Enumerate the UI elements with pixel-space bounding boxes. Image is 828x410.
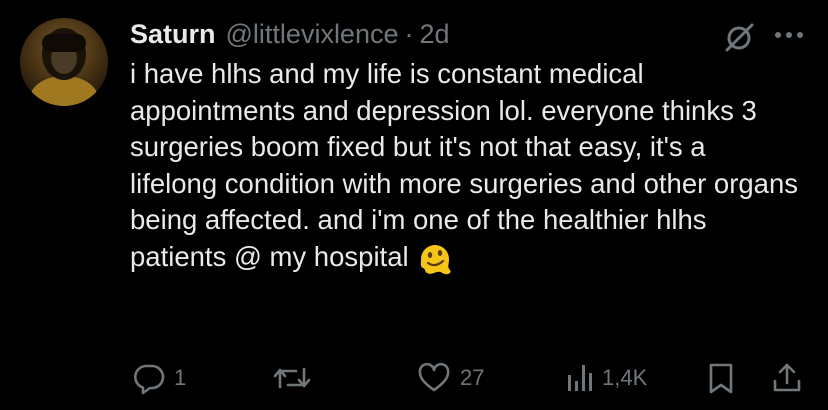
author-name[interactable]: Saturn — [130, 19, 216, 50]
separator-dot: · — [404, 18, 414, 49]
reply-icon — [134, 364, 165, 395]
share-icon — [773, 363, 801, 392]
repost-button[interactable] — [272, 358, 320, 398]
reply-count: 1 — [174, 365, 187, 390]
action-bar: 1 27 1,4K — [0, 358, 828, 398]
avatar[interactable] — [20, 18, 108, 106]
like-count: 27 — [460, 365, 485, 390]
views-count: 1,4K — [602, 365, 648, 390]
views-icon — [568, 365, 592, 391]
author-handle[interactable]: @littlevixlence — [226, 19, 399, 50]
reply-button[interactable]: 1 — [132, 358, 186, 398]
timestamp[interactable]: 2d — [419, 19, 449, 50]
tweet-header: Saturn @littlevixlence · 2d — [130, 16, 450, 52]
melting-face-emoji — [417, 241, 453, 277]
more-options-icon[interactable] — [770, 20, 810, 50]
share-button[interactable] — [770, 358, 804, 398]
bookmark-icon — [709, 363, 733, 394]
grok-icon[interactable] — [722, 20, 756, 54]
views-button[interactable]: 1,4K — [566, 358, 647, 398]
heart-icon — [418, 362, 450, 392]
tweet-text-content: i have hlhs and my life is constant medi… — [130, 58, 799, 272]
tweet-text: i have hlhs and my life is constant medi… — [130, 56, 800, 277]
repost-icon — [273, 367, 311, 389]
bookmark-button[interactable] — [706, 358, 736, 398]
like-button[interactable]: 27 — [416, 358, 484, 398]
